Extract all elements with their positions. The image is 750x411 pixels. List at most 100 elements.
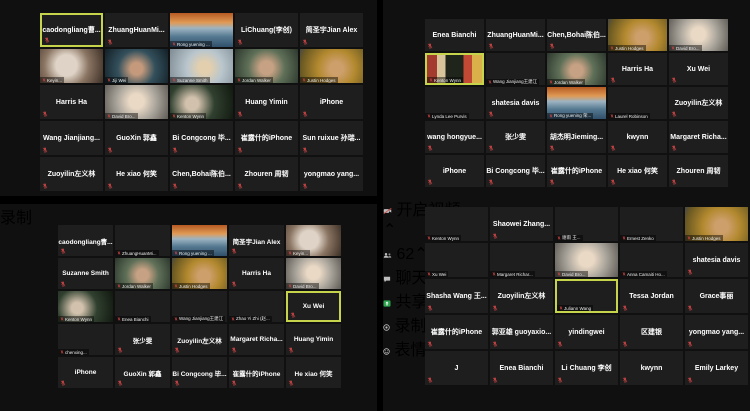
participant-tile[interactable]: Kenton Wynn [58,291,113,322]
participant-tile[interactable]: Jordan Walker [547,53,606,85]
participant-tile[interactable]: 简圣宇Jian Alex [300,13,363,47]
participant-tile[interactable]: 郭亚雄 guoyaxio... [490,315,553,349]
participant-tile[interactable]: David Bro... [105,85,168,119]
participant-tile[interactable]: Ernest Zenko [620,207,683,241]
participant-tile[interactable]: Chen,Bohai陈伯... [170,157,233,191]
participant-tile[interactable]: ZhuangHuanMi... [486,19,545,51]
participant-tile[interactable]: 胡杰明Jieming... [547,121,606,153]
participant-tile[interactable]: Juliann Wang [555,279,618,313]
participant-tile[interactable]: shatesia davis [486,87,545,119]
participant-tile[interactable]: Wang Jianjiang王建江 [486,53,545,85]
participant-tile[interactable]: Zuoyilin左义林 [40,157,103,191]
participant-tile[interactable]: Harris Ha [229,258,284,289]
participant-tile[interactable]: Zhouren 周韧 [235,157,298,191]
participant-tile[interactable]: Sun ruixue 孙瑞... [300,121,363,155]
participant-tile[interactable]: Justin Hodges [172,258,227,289]
participant-tile[interactable]: LiChuang(李创) [235,13,298,47]
participant-tile[interactable]: Enea Bianchi [490,351,553,385]
participant-tile[interactable]: Bi Congcong 毕... [170,121,233,155]
participant-tile[interactable]: Chen,Bohai陈伯... [547,19,606,51]
participant-tile[interactable]: Suzanne Smith [58,258,113,289]
participant-tile[interactable]: Margaret Richar... [490,243,553,277]
participant-tile[interactable]: yindingwei [555,315,618,349]
participant-tile[interactable]: Tessa Jordan [620,279,683,313]
participant-tile[interactable]: David Bro... [669,19,728,51]
participant-tile[interactable]: Lynda Lee Purvis [425,87,484,119]
participant-tile[interactable]: Kenton Wynn [425,207,488,241]
participant-tile[interactable]: caodongliang曹... [40,13,103,47]
participant-tile[interactable]: yongmao yang... [300,157,363,191]
participant-tile[interactable]: David Bro... [286,258,341,289]
participant-tile[interactable]: caodongliang曹... [58,225,113,256]
participant-tile[interactable]: Keyin... [40,49,103,83]
participant-tile[interactable]: Jordan Walker [115,258,170,289]
participant-tile[interactable]: Huang Yimin [286,324,341,355]
participant-tile[interactable]: iPhone [58,357,113,388]
participant-tile[interactable]: GuoXin 郭鑫 [115,357,170,388]
participant-tile[interactable]: 崔露什的iPhone [235,121,298,155]
participant-tile[interactable]: Harris Ha [40,85,103,119]
participant-tile[interactable]: Jordan Walker [235,49,298,83]
participant-tile[interactable]: Rong yuening ... [172,225,227,256]
participant-tile[interactable]: wang hongyue... [425,121,484,153]
participant-tile[interactable]: Zhouren 周韧 [669,155,728,187]
participant-tile[interactable]: Zuoyilin左义林 [490,279,553,313]
participant-tile[interactable]: 张少雯 [115,324,170,355]
participant-tile[interactable]: Kenton Wynn [170,85,233,119]
participant-tile[interactable]: Anna Camaiti Ho... [620,243,683,277]
participant-tile[interactable]: Enea Bianchi [425,19,484,51]
participant-tile[interactable]: Zhao Yi Zhi (赵... [229,291,284,322]
participant-tile[interactable]: 张少雯 [486,121,545,153]
participant-tile[interactable]: Zuoyilin左义林 [669,87,728,119]
participant-tile[interactable]: kwynn [608,121,667,153]
participant-tile[interactable]: 崔露什的iPhone [425,315,488,349]
participant-tile[interactable]: ZhuangHuanMi... [105,13,168,47]
participant-tile[interactable]: GuoXin 郭鑫 [105,121,168,155]
participant-tile[interactable]: chenxing... [58,324,113,355]
participant-tile[interactable]: Xu Wei [669,53,728,85]
participant-tile[interactable]: shatesia davis [685,243,748,277]
participant-tile[interactable]: Harris Ha [608,53,667,85]
participant-tile[interactable]: Shasha Wang 王... [425,279,488,313]
participant-tile[interactable]: kwynn [620,351,683,385]
participant-tile[interactable]: He xiao 何笑 [286,357,341,388]
participant-tile[interactable]: iPhone [425,155,484,187]
participant-tile[interactable]: Keyin... [286,225,341,256]
participant-tile[interactable]: Xu Wei [425,243,488,277]
participant-tile[interactable]: 崔露什的iPhone [547,155,606,187]
participant-tile[interactable]: 区建银 [620,315,683,349]
participant-tile[interactable]: Justin Hodges [300,49,363,83]
participant-tile[interactable]: Justin Hodges [685,207,748,241]
participant-tile[interactable]: Laurel Robinson [608,87,667,119]
participant-tile[interactable]: Rong yuening 荣... [547,87,606,119]
participant-tile[interactable]: Xu Wei [286,291,341,322]
participant-tile[interactable]: Jiji Wei [105,49,168,83]
participant-tile[interactable]: Margaret Richa... [229,324,284,355]
participant-tile[interactable]: Emily Larkey [685,351,748,385]
participant-tile[interactable]: 简圣宇Jian Alex [229,225,284,256]
participant-tile[interactable]: Suzanne Smith [170,49,233,83]
participant-tile[interactable]: Rong yuening ... [170,13,233,47]
participant-tile[interactable]: iPhone [300,85,363,119]
participant-tile[interactable]: Zuoyilin左义林 [172,324,227,355]
participant-tile[interactable]: ZhuangHuanMi... [115,225,170,256]
participant-tile[interactable]: Li Chuang 李创 [555,351,618,385]
participant-tile[interactable]: David Bro... [555,243,618,277]
participant-tile[interactable]: Justin Hodges [608,19,667,51]
participant-tile[interactable]: yongmao yang... [685,315,748,349]
participant-tile[interactable]: Kenton Wynn [425,53,484,85]
participant-tile[interactable]: Bi Congcong 毕... [486,155,545,187]
participant-tile[interactable]: 崔露什的iPhone [229,357,284,388]
participant-tile[interactable]: Shaowei Zhang... [490,207,553,241]
participant-tile[interactable]: Wang Jianjiang... [40,121,103,155]
participant-tile[interactable]: He xiao 何笑 [105,157,168,191]
participant-tile[interactable]: Margaret Richa... [669,121,728,153]
participant-tile[interactable]: Bi Congcong 毕... [172,357,227,388]
participant-tile[interactable]: Huang Yimin [235,85,298,119]
participant-tile[interactable]: Grace事丽 [685,279,748,313]
participant-tile[interactable]: He xiao 何笑 [608,155,667,187]
chevron-up-icon[interactable]: ⌃ [383,222,396,239]
participant-tile[interactable]: J [425,351,488,385]
participant-tile[interactable]: Enea Bianchi [115,291,170,322]
participant-tile[interactable]: 谢雨 王... [555,207,618,241]
